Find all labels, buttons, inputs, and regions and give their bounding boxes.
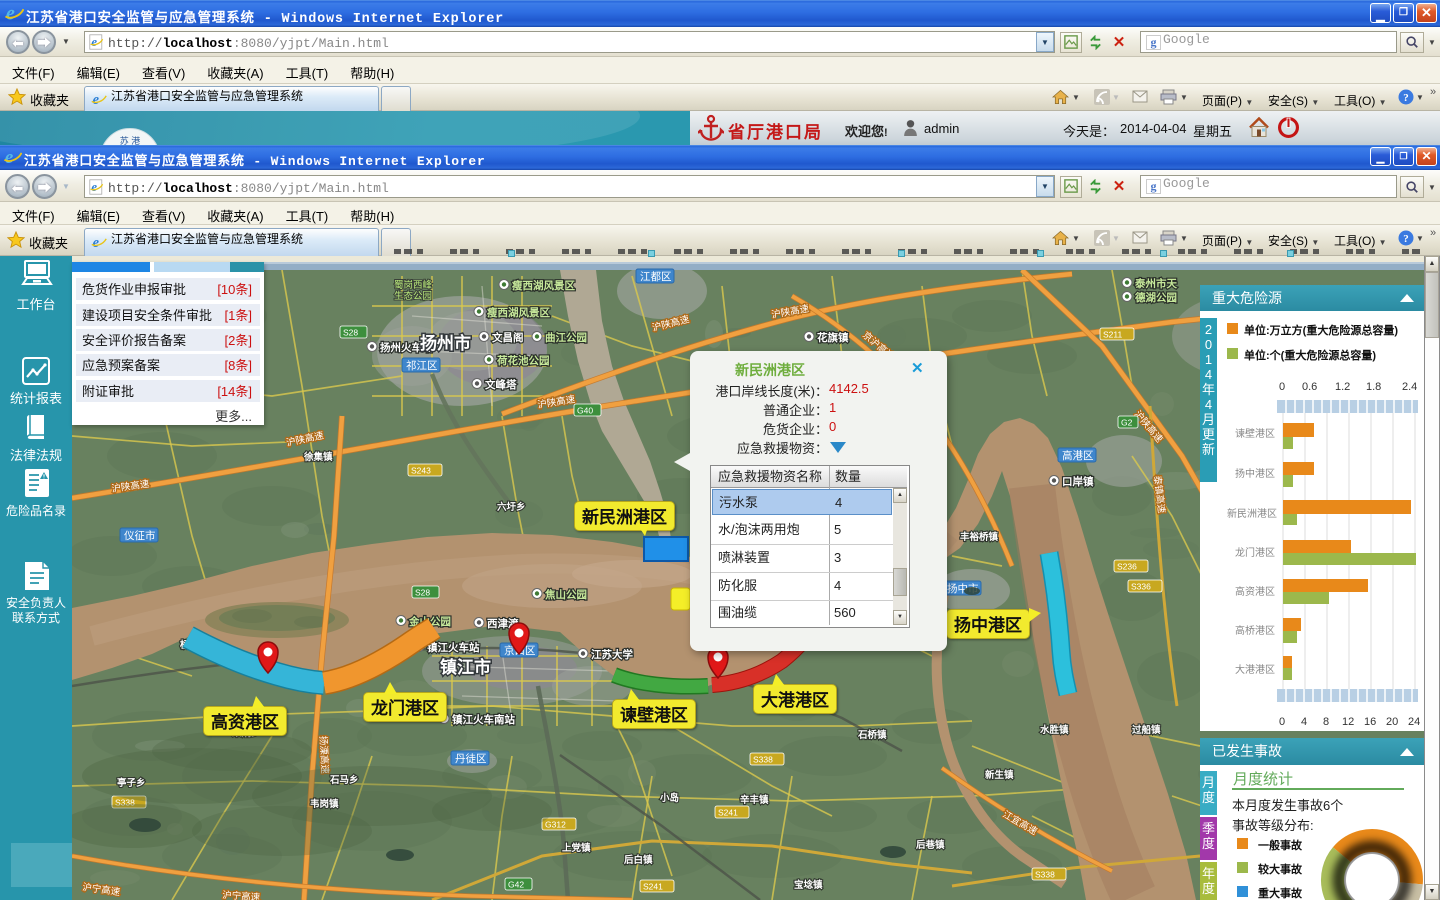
svg-text:高港区: 高港区 — [1062, 449, 1094, 462]
svg-text:S211: S211 — [1103, 330, 1122, 340]
svg-text:S241: S241 — [643, 882, 663, 892]
svg-text:丹徒区: 丹徒区 — [455, 752, 487, 765]
svg-text:文峰塔: 文峰塔 — [484, 378, 517, 391]
svg-text:e: e — [5, 148, 13, 166]
svg-text:生态公园: 生态公园 — [394, 290, 432, 302]
svg-text:S338: S338 — [1035, 870, 1055, 880]
svg-text:20: 20 — [1386, 716, 1398, 728]
svg-text:高资港区: 高资港区 — [1235, 585, 1275, 598]
svg-text:S28: S28 — [415, 588, 430, 598]
svg-text:瘦西湖风景区: 瘦西湖风景区 — [487, 306, 550, 319]
svg-text:扬中港区: 扬中港区 — [1235, 467, 1275, 480]
svg-text:G40: G40 — [577, 406, 593, 416]
svg-text:2.4: 2.4 — [1402, 381, 1417, 393]
svg-text:丰裕桥镇: 丰裕桥镇 — [960, 531, 999, 543]
svg-text:韦岗镇: 韦岗镇 — [310, 798, 339, 810]
svg-text:泰州市天: 泰州市天 — [1134, 277, 1177, 290]
svg-text:龙门港区: 龙门港区 — [1235, 546, 1275, 559]
svg-text:S241: S241 — [718, 808, 738, 818]
svg-text:谏壁港区: 谏壁港区 — [1235, 427, 1275, 440]
svg-text:镇江市: 镇江市 — [440, 657, 491, 677]
svg-text:16: 16 — [1364, 716, 1376, 728]
svg-text:S28: S28 — [343, 328, 358, 338]
svg-text:e: e — [93, 92, 100, 107]
svg-text:德湖公园: 德湖公园 — [1134, 291, 1177, 304]
svg-text:过船镇: 过船镇 — [1132, 724, 1161, 736]
svg-text:G42: G42 — [508, 880, 524, 890]
svg-text:S338: S338 — [753, 755, 773, 765]
svg-text:六圩乡: 六圩乡 — [497, 501, 526, 513]
svg-text:宝埝镇: 宝埝镇 — [794, 879, 823, 891]
svg-text:江苏大学: 江苏大学 — [591, 648, 633, 661]
svg-text:e: e — [6, 4, 15, 23]
svg-text:亭子乡: 亭子乡 — [117, 777, 146, 789]
svg-text:G312: G312 — [545, 820, 566, 830]
svg-text:e: e — [93, 235, 100, 250]
svg-text:1.8: 1.8 — [1366, 381, 1381, 393]
svg-text:水胜镇: 水胜镇 — [1040, 724, 1069, 736]
svg-text:0: 0 — [1279, 381, 1285, 393]
svg-text:后白镇: 后白镇 — [624, 854, 653, 866]
svg-text:12: 12 — [1342, 716, 1354, 728]
svg-text:4: 4 — [1301, 716, 1307, 728]
svg-text:仪征市: 仪征市 — [124, 529, 156, 542]
svg-text:e: e — [91, 35, 97, 49]
svg-text:0.6: 0.6 — [1302, 381, 1317, 393]
svg-text:文昌阁: 文昌阁 — [491, 331, 524, 344]
svg-text:镇江火车站: 镇江火车站 — [427, 641, 480, 654]
svg-text:徐集镇: 徐集镇 — [303, 451, 333, 463]
svg-text:e: e — [91, 180, 97, 194]
svg-text:上党镇: 上党镇 — [562, 842, 591, 854]
svg-text:江都区: 江都区 — [640, 271, 672, 283]
svg-text:?: ? — [1403, 233, 1409, 245]
svg-text:花旗镇: 花旗镇 — [817, 331, 849, 344]
svg-text:焦山公园: 焦山公园 — [544, 588, 587, 601]
svg-text:祁江区: 祁江区 — [406, 359, 438, 372]
svg-text:8: 8 — [1323, 716, 1329, 728]
svg-text:新生镇: 新生镇 — [985, 769, 1014, 781]
svg-text:S236: S236 — [1117, 562, 1137, 572]
svg-text:高桥港区: 高桥港区 — [1235, 624, 1275, 637]
svg-text:S336: S336 — [1131, 582, 1151, 592]
svg-text:石桥镇: 石桥镇 — [857, 729, 887, 741]
svg-text:S243: S243 — [411, 466, 431, 476]
svg-text:G2: G2 — [1121, 418, 1133, 428]
svg-text:蜀岗西峰: 蜀岗西峰 — [394, 280, 433, 291]
svg-text:辛丰镇: 辛丰镇 — [740, 794, 769, 806]
svg-text:小岛: 小岛 — [659, 792, 679, 804]
svg-text:镇江火车南站: 镇江火车南站 — [452, 713, 515, 726]
svg-text:?: ? — [1403, 92, 1409, 104]
svg-text:石马乡: 石马乡 — [329, 775, 359, 786]
svg-text:口岸镇: 口岸镇 — [1062, 475, 1094, 488]
svg-text:1.2: 1.2 — [1335, 381, 1350, 393]
svg-text:曲江公园: 曲江公园 — [545, 331, 587, 344]
svg-text:新民洲港区: 新民洲港区 — [1227, 507, 1277, 520]
svg-text:24: 24 — [1408, 716, 1420, 728]
svg-text:扬州市: 扬州市 — [420, 333, 471, 353]
svg-text:大港港区: 大港港区 — [1235, 663, 1275, 676]
svg-text:荷花池公园: 荷花池公园 — [496, 354, 550, 367]
svg-text:后巷镇: 后巷镇 — [916, 839, 945, 851]
svg-text:0: 0 — [1279, 716, 1285, 728]
svg-text:瘦西湖风景区: 瘦西湖风景区 — [512, 279, 575, 292]
